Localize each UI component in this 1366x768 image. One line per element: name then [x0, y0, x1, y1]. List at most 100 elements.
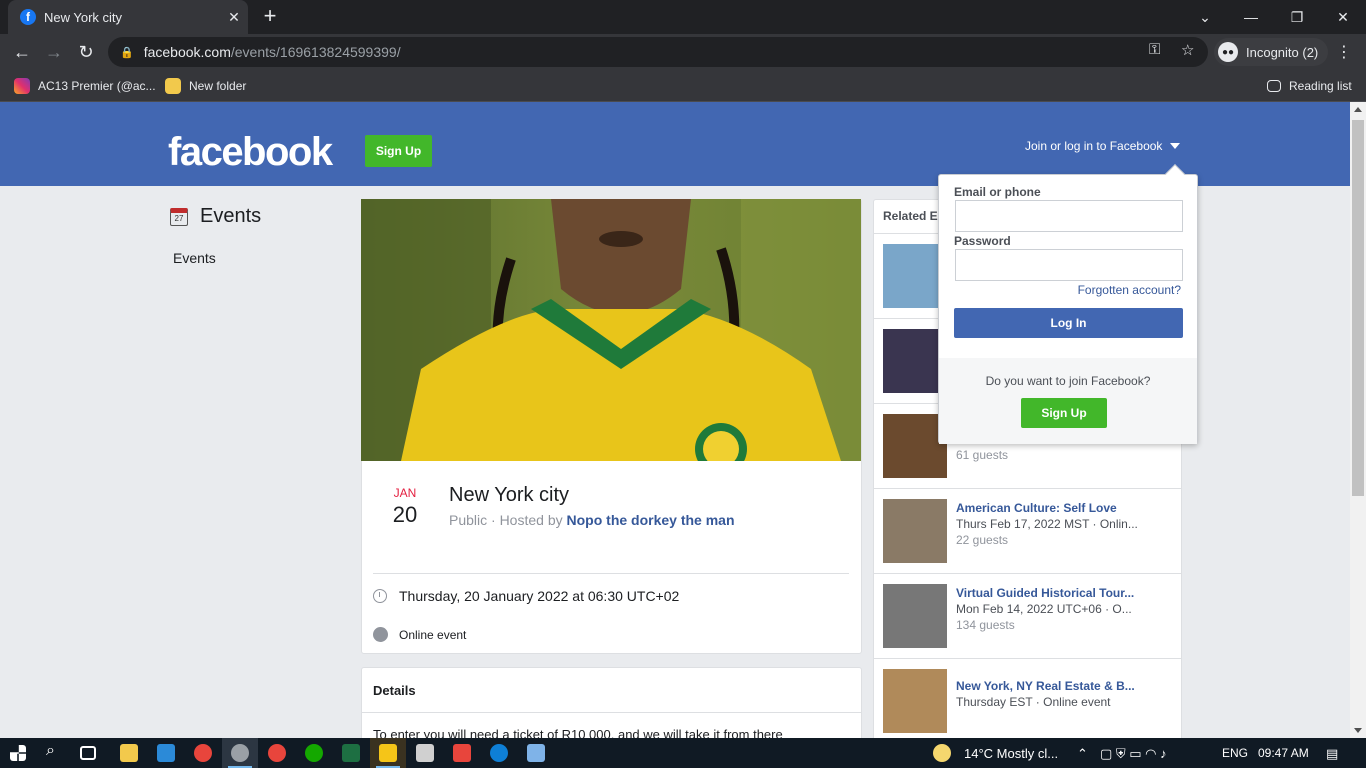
related-event-title[interactable]: Virtual Guided Historical Tour...: [956, 586, 1171, 600]
key-icon[interactable]: ⚿: [1149, 41, 1160, 58]
back-icon[interactable]: ←: [8, 38, 36, 66]
notepad-icon[interactable]: [527, 744, 545, 762]
chevron-up-icon[interactable]: ⌃: [1077, 746, 1088, 762]
password-label: Password: [954, 234, 1011, 248]
weather-text[interactable]: 14°C Mostly cl...: [964, 746, 1058, 761]
restore-icon[interactable]: ❐: [1274, 0, 1320, 34]
browser-toolbar: ← → ↻ 🔒 facebook.com/events/169613824599…: [0, 34, 1366, 70]
dropdown-signup-button[interactable]: Sign Up: [1021, 398, 1107, 428]
app-icon[interactable]: [453, 744, 471, 762]
sidebar-heading: 27 Events: [170, 205, 261, 228]
weather-icon[interactable]: [933, 744, 951, 762]
login-button[interactable]: Log In: [954, 308, 1183, 338]
url-domain: facebook.com: [143, 44, 231, 60]
email-label: Email or phone: [954, 185, 1041, 199]
notifications-icon[interactable]: ▤: [1326, 746, 1338, 762]
calendar-icon: 27: [170, 207, 188, 226]
related-event-item[interactable]: New York, NY Real Estate & B... Thursday…: [873, 658, 1182, 738]
event-cover-photo[interactable]: [361, 199, 861, 461]
event-date-badge: JAN 20: [380, 486, 430, 528]
related-event-date: Mon Feb 14, 2022 UTC+06 · O...: [956, 602, 1132, 616]
minimize-icon[interactable]: —: [1228, 0, 1274, 34]
tray-icons[interactable]: ▢ ⛨ ▭ ◠ ♪: [1100, 746, 1167, 762]
forward-icon[interactable]: →: [40, 38, 68, 66]
email-field[interactable]: [955, 200, 1183, 232]
windows-taskbar: ⌕ 14°C Mostly cl... ⌃ ▢ ⛨ ▭ ◠ ♪ ENG 09:4…: [0, 738, 1366, 768]
join-section: Do you want to join Facebook? Sign Up: [939, 358, 1197, 444]
related-event-item[interactable]: American Culture: Self Love Thurs Feb 17…: [873, 488, 1182, 573]
event-host-link[interactable]: Nopo the dorkey the man: [567, 512, 735, 528]
clock-icon: [373, 589, 387, 603]
reload-icon[interactable]: ↻: [72, 38, 100, 66]
facebook-logo[interactable]: facebook: [168, 130, 333, 175]
event-location-row: Online event: [373, 627, 466, 642]
forgotten-account-link[interactable]: Forgotten account?: [1078, 283, 1181, 297]
event-month: JAN: [393, 486, 417, 500]
event-title: New York city: [449, 484, 570, 506]
related-event-thumbnail[interactable]: [883, 669, 947, 733]
page-scrollbar[interactable]: [1350, 102, 1366, 738]
related-event-item[interactable]: Virtual Guided Historical Tour... Mon Fe…: [873, 573, 1182, 658]
scroll-down-icon[interactable]: [1354, 728, 1362, 733]
event-datetime-row: Thursday, 20 January 2022 at 06:30 UTC+0…: [373, 588, 679, 604]
related-event-thumbnail[interactable]: [883, 499, 947, 563]
windows-start-icon[interactable]: [10, 745, 26, 761]
excel-icon[interactable]: [342, 744, 360, 762]
event-datetime: Thursday, 20 January 2022 at 06:30 UTC+0…: [399, 588, 680, 604]
related-event-guests: 134 guests: [956, 618, 1015, 632]
cover-image: [361, 199, 861, 461]
scrollbar-thumb[interactable]: [1352, 120, 1364, 496]
clock[interactable]: 09:47 AM: [1258, 746, 1309, 760]
file-explorer-icon[interactable]: [120, 744, 138, 762]
related-event-guests: 22 guests: [956, 533, 1009, 547]
lock-icon[interactable]: 🔒: [120, 46, 134, 59]
bookmark-new-folder[interactable]: New folder: [165, 76, 246, 96]
tab-title: New York city: [44, 9, 123, 25]
related-event-guests: 61 guests: [956, 448, 1009, 462]
incognito-label: Incognito (2): [1246, 44, 1319, 60]
terminal-icon[interactable]: [416, 744, 434, 762]
instagram-icon: [14, 78, 30, 94]
join-login-link[interactable]: Join or log in to Facebook: [1025, 139, 1181, 153]
browser-menu-icon[interactable]: ⋮: [1336, 42, 1352, 62]
bookmark-label: New folder: [189, 79, 247, 93]
sidebar-title: Events: [200, 205, 262, 227]
task-view-icon[interactable]: [80, 746, 96, 760]
sidebar-item-events[interactable]: Events: [173, 250, 216, 266]
incognito-indicator[interactable]: ●● Incognito (2): [1214, 38, 1329, 66]
bookmark-star-icon[interactable]: ☆: [1181, 41, 1194, 59]
language-indicator[interactable]: ENG: [1222, 746, 1248, 760]
login-dropdown: Email or phone Password Forgotten accoun…: [938, 164, 1198, 444]
tab-search-icon[interactable]: ⌄: [1182, 0, 1228, 34]
chrome-incognito-icon[interactable]: [231, 744, 249, 762]
search-icon[interactable]: ⌕: [46, 742, 64, 760]
bookmarks-bar: AC13 Premier (@ac... New folder Reading …: [0, 70, 1366, 102]
caret-down-icon: [1170, 143, 1181, 149]
address-bar[interactable]: 🔒 facebook.com/events/169613824599399/: [108, 37, 1208, 67]
app-icon[interactable]: [379, 744, 397, 762]
teamviewer-icon[interactable]: [490, 744, 508, 762]
bookmark-ac13[interactable]: AC13 Premier (@ac...: [14, 76, 156, 96]
related-event-thumbnail[interactable]: [883, 584, 947, 648]
chrome-icon[interactable]: [268, 744, 286, 762]
browser-tab[interactable]: f New York city ✕: [8, 0, 248, 34]
chrome-icon[interactable]: [194, 744, 212, 762]
vscode-icon[interactable]: [157, 744, 175, 762]
reading-list-button[interactable]: Reading list: [1267, 76, 1352, 96]
scroll-up-icon[interactable]: [1354, 107, 1362, 112]
bookmark-label: AC13 Premier (@ac...: [38, 79, 156, 93]
join-login-label: Join or log in to Facebook: [1025, 139, 1163, 153]
password-field[interactable]: [955, 249, 1183, 281]
window-close-icon[interactable]: ✕: [1320, 0, 1366, 34]
reading-list-label: Reading list: [1289, 79, 1352, 93]
browser-tab-strip: f New York city ✕ + ⌄ — ❐ ✕: [0, 0, 1366, 34]
upwork-icon[interactable]: [305, 744, 323, 762]
signup-button[interactable]: Sign Up: [365, 135, 432, 167]
new-tab-button[interactable]: +: [258, 5, 282, 29]
related-event-title[interactable]: American Culture: Self Love: [956, 501, 1171, 515]
tab-close-icon[interactable]: ✕: [220, 9, 248, 26]
related-events-heading: Related E: [883, 209, 938, 223]
related-event-date: Thursday EST · Online event: [956, 695, 1111, 709]
related-event-title[interactable]: New York, NY Real Estate & B...: [956, 679, 1171, 693]
event-meta: Public · Hosted by Nopo the dorkey the m…: [449, 512, 735, 528]
